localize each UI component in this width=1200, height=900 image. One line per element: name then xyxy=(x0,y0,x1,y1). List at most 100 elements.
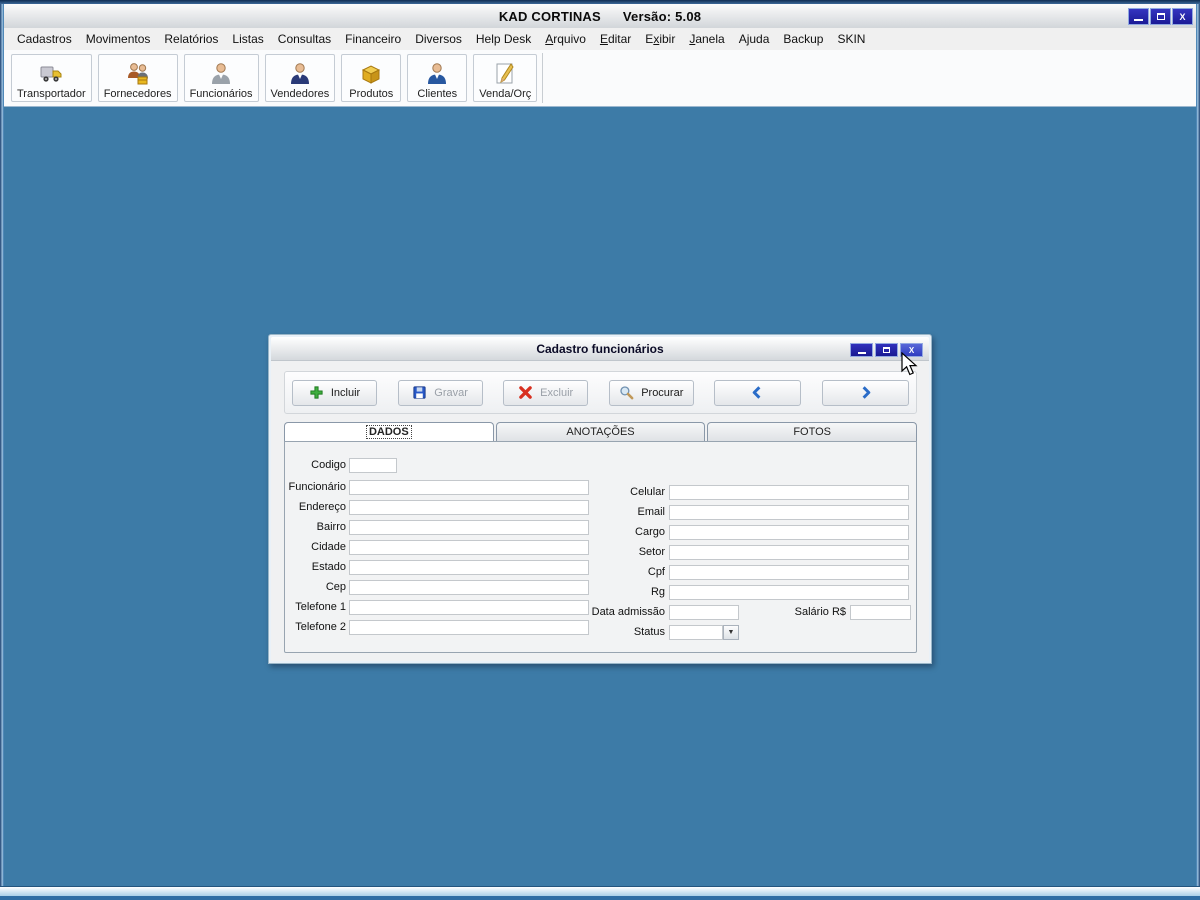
tab-fotos[interactable]: FOTOS xyxy=(707,422,918,441)
celular-input[interactable] xyxy=(669,485,909,500)
toolbar-clientes-button[interactable]: Clientes xyxy=(407,54,468,102)
employee-icon xyxy=(212,63,231,84)
minimize-icon xyxy=(1134,18,1143,21)
bairro-label: Bairro xyxy=(316,521,346,533)
incluir-button[interactable]: Incluir xyxy=(292,379,377,406)
menu-diversos[interactable]: Diversos xyxy=(408,30,469,48)
menu-ajuda[interactable]: Ajuda xyxy=(732,30,777,48)
save-icon xyxy=(413,386,426,399)
app-titlebar: KAD CORTINAS Versão: 5.08 X xyxy=(4,4,1196,28)
telefone2-label: Telefone 2 xyxy=(295,621,346,633)
rg-input[interactable] xyxy=(669,585,909,600)
dialog-titlebar: Cadastro funcionários xyxy=(271,337,929,361)
toolbar-transportador-button[interactable]: Transportador xyxy=(11,54,92,102)
toolbar-transportador-label: Transportador xyxy=(17,88,86,100)
salario-label: Salário R$ xyxy=(794,606,846,618)
client-icon xyxy=(428,63,447,84)
toolbar-funcionarios-label: Funcionários xyxy=(189,88,253,100)
tab-anotacoes[interactable]: ANOTAÇÕES xyxy=(495,422,706,441)
status-combobox[interactable] xyxy=(669,625,723,640)
menu-backup[interactable]: Backup xyxy=(776,30,830,48)
statusbar-bottom-edge xyxy=(0,896,1200,900)
menu-exibir[interactable]: Exibir xyxy=(638,30,682,48)
bairro-input[interactable] xyxy=(349,520,589,535)
funcionario-label: Funcionário xyxy=(288,481,346,493)
funcionario-input[interactable] xyxy=(349,480,589,495)
truck-icon xyxy=(40,66,62,82)
menu-skin[interactable]: SKIN xyxy=(830,30,872,48)
cidade-input[interactable] xyxy=(349,540,589,555)
codigo-input[interactable] xyxy=(349,458,397,473)
close-button[interactable]: X xyxy=(1172,8,1193,25)
menu-relatorios[interactable]: Relatórios xyxy=(157,30,225,48)
chevron-left-icon xyxy=(753,386,761,399)
status-label: Status xyxy=(633,626,665,638)
rg-label: Rg xyxy=(650,586,665,598)
close-icon: X xyxy=(1179,11,1186,22)
telefone2-input[interactable] xyxy=(349,620,589,635)
cargo-input[interactable] xyxy=(669,525,909,540)
toolbar-vendedores-button[interactable]: Vendedores xyxy=(264,54,336,102)
data-admissao-input[interactable] xyxy=(669,605,739,620)
setor-input[interactable] xyxy=(669,545,909,560)
minimize-button[interactable] xyxy=(1128,8,1149,25)
tab-dados[interactable]: DADOS xyxy=(284,422,494,441)
email-label: Email xyxy=(637,506,665,518)
menu-help-desk[interactable]: Help Desk xyxy=(469,30,538,48)
search-icon xyxy=(620,386,634,400)
toolbar-fornecedores-button[interactable]: Fornecedores xyxy=(97,54,178,102)
menubar: Cadastros Movimentos Relatórios Listas C… xyxy=(4,28,1196,50)
cpf-label: Cpf xyxy=(647,566,665,578)
menu-consultas[interactable]: Consultas xyxy=(271,30,338,48)
dialog-minimize-button[interactable] xyxy=(850,343,873,357)
gravar-label: Gravar xyxy=(434,386,468,399)
toolbar-funcionarios-button[interactable]: Funcionários xyxy=(183,54,259,102)
salario-input[interactable] xyxy=(850,605,911,620)
window-controls: X xyxy=(1128,8,1193,25)
main-toolbar: Transportador Fornecedores Funcionários … xyxy=(4,50,1196,107)
menu-movimentos[interactable]: Movimentos xyxy=(79,30,158,48)
app-version: Versão: 5.08 xyxy=(622,8,702,24)
previous-record-button[interactable] xyxy=(714,379,802,406)
toolbar-separator xyxy=(542,53,544,103)
dialog-maximize-button[interactable] xyxy=(875,343,898,357)
dialog-title: Cadastro funcionários xyxy=(536,341,664,356)
estado-input[interactable] xyxy=(349,560,589,575)
menu-arquivo[interactable]: Arquivo xyxy=(538,30,593,48)
next-record-button[interactable] xyxy=(821,379,909,406)
menu-cadastros[interactable]: Cadastros xyxy=(10,30,79,48)
incluir-label: Incluir xyxy=(330,386,361,399)
status-dropdown-button[interactable]: ▼ xyxy=(723,625,739,640)
codigo-label: Codigo xyxy=(311,459,346,471)
cpf-input[interactable] xyxy=(669,565,909,580)
cep-label: Cep xyxy=(325,581,346,593)
gravar-button: Gravar xyxy=(397,379,483,406)
toolbar-vendedores-label: Vendedores xyxy=(270,88,330,100)
toolbar-venda-orc-button[interactable]: Venda/Orç xyxy=(473,54,538,102)
telefone1-input[interactable] xyxy=(349,600,589,615)
toolbar-produtos-button[interactable]: Produtos xyxy=(341,54,402,102)
menu-financeiro[interactable]: Financeiro xyxy=(338,30,408,48)
menu-listas[interactable]: Listas xyxy=(225,30,270,48)
email-input[interactable] xyxy=(669,505,909,520)
suppliers-icon xyxy=(127,63,148,85)
seller-icon xyxy=(290,63,309,84)
celular-label: Celular xyxy=(630,486,665,498)
dialog-minimize-icon xyxy=(857,351,866,354)
endereco-input[interactable] xyxy=(349,500,589,515)
menu-editar[interactable]: Editar xyxy=(593,30,638,48)
dialog-tabs: DADOS ANOTAÇÕES FOTOS xyxy=(284,422,918,441)
menu-janela[interactable]: Janela xyxy=(682,30,731,48)
endereco-label: Endereço xyxy=(298,501,346,513)
setor-label: Setor xyxy=(638,546,665,558)
procurar-button[interactable]: Procurar xyxy=(608,379,694,406)
excluir-label: Excluir xyxy=(540,386,574,399)
maximize-button[interactable] xyxy=(1150,8,1171,25)
cadastro-funcionarios-dialog: Cadastro funcionários X Incluir Gravar E… xyxy=(268,334,932,664)
cep-input[interactable] xyxy=(349,580,589,595)
maximize-icon xyxy=(1156,13,1165,20)
toolbar-produtos-label: Produtos xyxy=(349,88,394,100)
excluir-button: Excluir xyxy=(503,379,589,406)
pencil-paper-icon xyxy=(496,63,514,84)
statusbar xyxy=(0,887,1200,896)
